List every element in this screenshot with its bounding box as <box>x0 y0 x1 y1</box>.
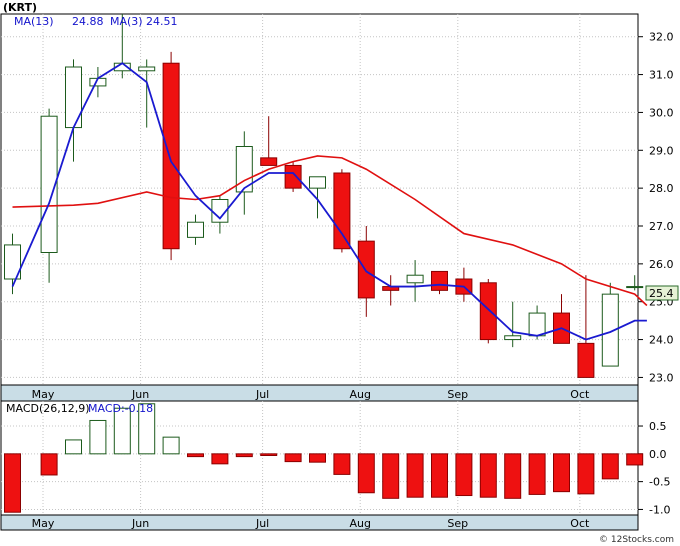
macd-bar <box>260 453 278 456</box>
candle-body <box>357 240 375 299</box>
macd-tick-label: 0.5 <box>649 420 667 433</box>
macd-month-label: Jun <box>131 517 149 530</box>
price-tick-label: 24.0 <box>649 334 674 347</box>
macd-bar <box>113 407 131 455</box>
ma3-legend-value: 24.51 <box>146 15 178 28</box>
macd-bar <box>211 453 229 465</box>
candle-body <box>479 282 497 341</box>
price-tick-label: 32.0 <box>649 31 674 44</box>
macd-month-label: Aug <box>349 517 370 530</box>
price-tick-label: 29.0 <box>649 144 674 157</box>
price-y-ticks: 23.024.025.026.027.028.029.030.031.032.0 <box>638 31 674 384</box>
price-month-label: Jun <box>131 388 149 401</box>
macd-bar <box>479 453 497 498</box>
footer-credit: © 12Stocks.com <box>599 535 674 545</box>
macd-bar <box>504 453 522 499</box>
macd-y-ticks: 0.5 0.0 -0.5 -1.0 <box>638 420 670 516</box>
ma3-legend-label: MA(3) <box>110 15 143 28</box>
macd-bar <box>382 453 400 499</box>
price-month-label: May <box>32 388 55 401</box>
macd-bar <box>357 453 375 494</box>
price-month-label: Oct <box>570 388 590 401</box>
macd-bar <box>577 453 595 495</box>
candle-body <box>504 335 522 341</box>
macd-month-label: May <box>32 517 55 530</box>
price-month-label: Aug <box>349 388 370 401</box>
price-tick-label: 26.0 <box>649 258 674 271</box>
candle-body <box>431 270 448 291</box>
price-month-label: Sep <box>447 388 468 401</box>
macd-month-label: Sep <box>447 517 468 530</box>
macd-bar <box>333 453 351 475</box>
price-tick-label: 31.0 <box>649 69 674 82</box>
macd-bar <box>431 453 448 498</box>
macd-bar <box>40 453 58 476</box>
macd-bar <box>601 453 619 480</box>
macd-bar <box>406 453 424 498</box>
candle-body <box>528 312 546 337</box>
macd-month-label: Jul <box>255 517 269 530</box>
candle-body <box>138 66 156 72</box>
macd-bar <box>89 419 107 455</box>
macd-bar <box>65 439 82 455</box>
ma13-legend-value: 24.88 <box>72 15 104 28</box>
symbol-label: (KRT) <box>3 1 37 14</box>
candle-body <box>333 172 351 250</box>
macd-tick-label: 0.0 <box>649 448 667 461</box>
macd-tick-label: -0.5 <box>649 476 670 489</box>
macd-legend-value: MACD:-0.18 <box>88 402 153 415</box>
price-axis-strip <box>0 384 639 402</box>
candle-body <box>309 176 326 189</box>
candle-body <box>626 286 644 289</box>
ma13-legend-label: MA(13) <box>14 15 54 28</box>
macd-bar <box>187 453 204 458</box>
macd-axis-strip <box>0 514 639 531</box>
price-month-label: Jul <box>255 388 269 401</box>
macd-bar <box>309 453 326 463</box>
macd-month-label: Oct <box>570 517 590 530</box>
macd-bar <box>162 436 180 455</box>
candle-body <box>162 62 180 250</box>
macd-tick-label: -1.0 <box>649 503 670 516</box>
candle-body <box>406 274 424 284</box>
macd-bar <box>235 453 253 458</box>
macd-bar <box>4 453 21 513</box>
macd-bar <box>455 453 473 497</box>
candle-body <box>65 66 82 129</box>
candle-body <box>577 342 595 378</box>
macd-bar <box>284 453 302 463</box>
candle-body <box>187 221 204 238</box>
price-tick-label: 28.0 <box>649 182 674 195</box>
price-tick-label: 23.0 <box>649 371 674 384</box>
price-tick-label: 27.0 <box>649 220 674 233</box>
price-tick-label: 30.0 <box>649 106 674 119</box>
candle-body <box>260 157 278 166</box>
macd-bar <box>626 453 644 466</box>
stock-chart: 23.024.025.026.027.028.029.030.031.032.0… <box>0 1 679 531</box>
macd-legend-label: MACD(26,12,9) <box>6 402 90 415</box>
macd-bar <box>528 453 546 495</box>
macd-bar <box>553 453 570 493</box>
last-price-label: 25.4 <box>649 287 674 300</box>
candle-body <box>284 164 302 189</box>
